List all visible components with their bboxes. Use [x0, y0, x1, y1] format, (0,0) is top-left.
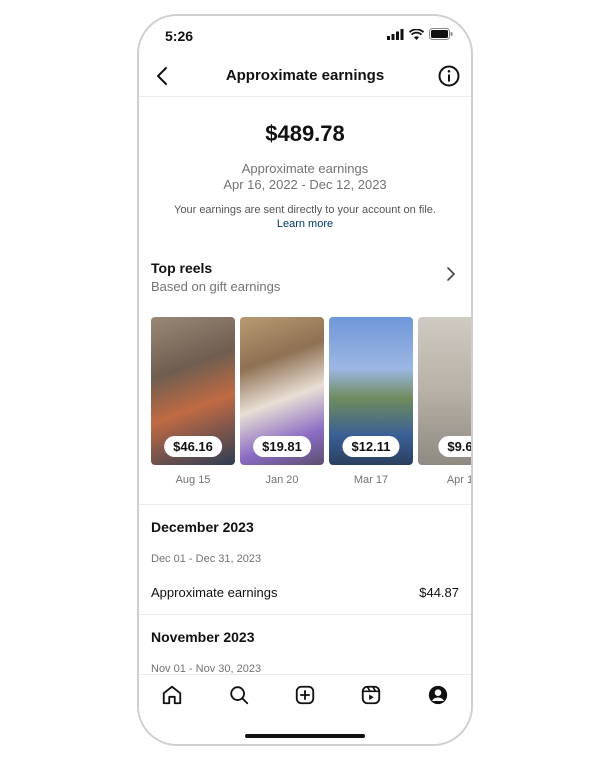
summary-label: Approximate earnings [241, 161, 369, 176]
earnings-row-value: $44.87 [419, 585, 459, 600]
chevron-right-icon [447, 267, 456, 281]
tab-home[interactable] [160, 683, 184, 707]
tab-create[interactable] [293, 683, 317, 707]
divider [139, 504, 471, 505]
reel-thumbnail: $19.81 [240, 317, 324, 465]
tab-profile[interactable] [426, 683, 450, 707]
home-icon [163, 685, 182, 705]
reel-card[interactable]: $19.81 Jan 20 [240, 317, 324, 486]
tab-reels[interactable] [359, 683, 383, 707]
status-bar: 5:26 [139, 16, 471, 56]
month-title: December 2023 [151, 519, 254, 535]
tab-search[interactable] [227, 683, 251, 707]
signal-icon [387, 28, 404, 40]
month-title: November 2023 [151, 629, 255, 645]
status-time: 5:26 [165, 28, 194, 44]
phone-frame: 5:26 Approximate earnings $489.78 Approx… [137, 14, 473, 746]
top-reels-subtitle: Based on gift earnings [151, 279, 281, 294]
earnings-summary: $489.78 Approximate earnings Apr 16, 202… [139, 121, 471, 230]
wifi-icon [409, 28, 424, 40]
summary-note: Your earnings are sent directly to your … [174, 204, 436, 216]
top-reels-title: Top reels [151, 260, 213, 276]
reel-card[interactable]: $46.16 Aug 15 [151, 317, 235, 486]
total-amount: $489.78 [265, 121, 345, 146]
profile-icon [428, 685, 447, 705]
reel-date: Mar 17 [353, 474, 389, 486]
reels-icon [362, 685, 381, 705]
top-header: Approximate earnings [139, 56, 471, 97]
month-section-december: December 2023 Dec 01 - Dec 31, 2023 Appr… [151, 519, 459, 600]
bottom-tab-bar [139, 674, 471, 715]
reel-card[interactable]: $12.11 Mar 17 [329, 317, 413, 486]
reel-price: $46.16 [164, 436, 222, 457]
page-title: Approximate earnings [225, 67, 385, 84]
reel-card[interactable]: $9.6 Apr 1 [418, 317, 471, 486]
top-reels-header[interactable]: Top reels Based on gift earnings [151, 260, 459, 294]
summary-range: Apr 16, 2022 - Dec 12, 2023 [223, 177, 387, 192]
reel-thumbnail: $12.11 [329, 317, 413, 465]
status-icons [387, 28, 453, 40]
search-icon [229, 686, 248, 705]
info-icon[interactable] [437, 64, 461, 88]
earnings-row[interactable]: Approximate earnings $44.87 [151, 585, 459, 600]
month-section-november: November 2023 Nov 01 - Nov 30, 2023 [151, 629, 459, 675]
earnings-row-label: Approximate earnings [151, 585, 278, 600]
divider [139, 614, 471, 615]
reel-date: Apr 1 [446, 474, 471, 486]
top-reels-carousel[interactable]: $46.16 Aug 15 $19.81 Jan 20 $12.11 Mar 1… [151, 317, 471, 497]
reel-price: $9.6 [438, 436, 471, 457]
reel-date: Aug 15 [175, 474, 211, 486]
reel-date: Jan 20 [265, 474, 299, 486]
reel-thumbnail: $9.6 [418, 317, 471, 465]
home-indicator [245, 734, 365, 738]
reel-price: $19.81 [253, 436, 311, 457]
reel-price: $12.11 [342, 436, 400, 457]
reel-thumbnail: $46.16 [151, 317, 235, 465]
month-range: Dec 01 - Dec 31, 2023 [151, 553, 262, 565]
learn-more-link[interactable]: Learn more [139, 218, 471, 230]
create-icon [295, 685, 315, 705]
battery-icon [429, 28, 453, 40]
